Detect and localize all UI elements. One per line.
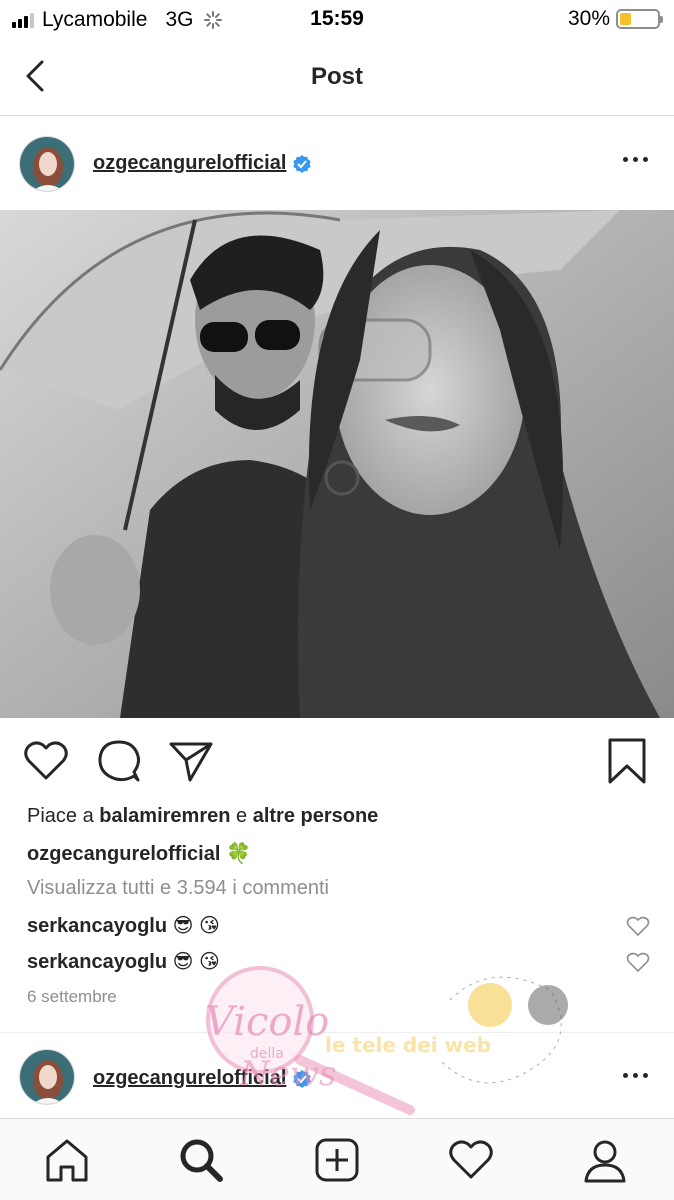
comment-username[interactable]: serkancayoglu [27,951,167,973]
view-all-comments-link[interactable]: Visualizza tutti e 3.594 i commenti [27,877,329,900]
comment-username[interactable]: serkancayoglu [27,915,167,937]
post-username-text[interactable]: ozgecangurelofficial [93,152,286,174]
page-title: Post [310,63,363,90]
next-post-username-text[interactable]: ozgecangurelofficial [93,1067,286,1089]
post-username[interactable]: ozgecangurelofficial [93,152,312,175]
comment-row: serkancayoglu 😎 😘 [27,913,220,938]
search-icon[interactable] [178,1137,224,1183]
post-actions [0,732,674,792]
status-right: 30% [567,7,663,31]
comment-row: serkancayoglu 😎 😘 [27,949,220,974]
home-icon[interactable] [44,1137,90,1183]
comment-text: 😎 😘 [172,915,220,937]
post-photo[interactable] [0,210,674,718]
verified-badge-icon [293,1069,312,1088]
more-horizontal-icon[interactable] [623,1073,648,1078]
avatar[interactable] [19,136,75,192]
post-header: ozgecangurelofficial [0,117,674,209]
caption-username[interactable]: ozgecangurelofficial [27,843,220,865]
battery-percent: 30% [567,7,610,30]
profile-icon[interactable] [582,1137,628,1183]
battery-fill [620,13,631,25]
battery-icon [616,9,663,29]
avatar[interactable] [19,1049,75,1105]
comment-text: 😎 😘 [172,951,220,973]
comment-icon[interactable] [96,738,142,784]
post-date: 6 settembre [27,987,117,1006]
bookmark-icon[interactable] [604,738,650,784]
new-post-icon[interactable] [314,1137,360,1183]
status-bar: Lycamobile 3G 15:59 30% [0,0,674,38]
heart-icon[interactable] [626,951,650,973]
nav-header: Post [0,38,674,116]
caption-text: 🍀 [225,843,251,865]
more-horizontal-icon[interactable] [623,157,648,162]
likes-prefix: Piace a [27,805,94,827]
likes-line: Piace a balamiremren e altre persone [27,805,378,828]
likes-others[interactable]: altre persone [253,805,379,827]
verified-badge-icon [293,154,312,173]
caption: ozgecangurelofficial 🍀 [27,841,251,866]
share-icon[interactable] [168,738,214,784]
heart-icon[interactable] [23,738,69,784]
activity-heart-icon[interactable] [448,1137,494,1183]
next-post-header: ozgecangurelofficial [0,1032,674,1118]
next-post-username[interactable]: ozgecangurelofficial [93,1067,312,1090]
bottom-tab-bar [0,1118,674,1200]
likes-middle: e [236,805,248,827]
heart-icon[interactable] [626,915,650,937]
likes-user[interactable]: balamiremren [99,805,230,827]
